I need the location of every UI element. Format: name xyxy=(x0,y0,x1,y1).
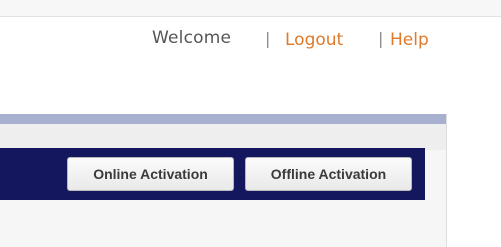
separator: | xyxy=(265,29,271,48)
welcome-text: Welcome xyxy=(152,28,232,48)
panel-header-strip xyxy=(0,114,446,124)
panel-spacer xyxy=(0,124,446,150)
separator: | xyxy=(378,29,384,48)
top-bar xyxy=(0,0,501,17)
header-links: Welcome | Logout | Help xyxy=(0,26,501,56)
online-activation-button[interactable]: Online Activation xyxy=(67,157,234,191)
offline-activation-button[interactable]: Offline Activation xyxy=(245,157,412,191)
logout-link[interactable]: Logout xyxy=(285,30,343,50)
page: Welcome | Logout | Help Online Activatio… xyxy=(0,0,501,247)
help-link[interactable]: Help xyxy=(390,30,429,50)
activation-toolbar: Online Activation Offline Activation xyxy=(0,148,425,200)
